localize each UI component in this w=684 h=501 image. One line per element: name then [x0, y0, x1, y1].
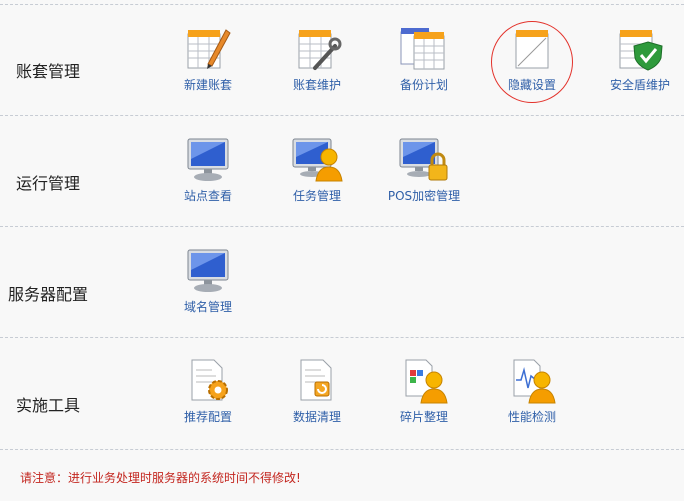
domain-management-button[interactable]: 域名管理	[153, 246, 263, 315]
defragment-label: 碎片整理	[399, 410, 448, 424]
hidden-settings-button[interactable]: 隐藏设置	[477, 24, 587, 93]
recommended-config-button[interactable]: 推荐配置	[153, 356, 263, 425]
performance-user-icon	[513, 359, 556, 404]
security-shield-button[interactable]: 安全盾维护	[585, 24, 684, 93]
data-cleanup-label: 数据清理	[292, 410, 341, 424]
new-ledger-icon	[187, 29, 231, 69]
section-divider	[0, 4, 684, 5]
task-management-label: 任务管理	[292, 189, 341, 203]
site-view-label: 站点查看	[183, 189, 232, 203]
warning-notice: 请注意：进行业务处理时服务器的系统时间不得修改!	[20, 471, 301, 485]
ledger-maintenance-label: 账套维护	[292, 78, 341, 92]
monitor-icon	[187, 138, 229, 181]
performance-check-label: 性能检测	[507, 410, 556, 424]
section-label-server-config: 服务器配置	[7, 285, 88, 304]
security-shield-label: 安全盾维护	[609, 78, 670, 92]
data-cleanup-button[interactable]: 数据清理	[262, 356, 372, 425]
document-refresh-icon	[300, 359, 332, 401]
ledger-maintenance-icon	[298, 30, 342, 70]
performance-check-button[interactable]: 性能检测	[477, 356, 587, 425]
security-shield-icon	[619, 30, 663, 71]
pos-encryption-label: POS加密管理	[387, 189, 461, 203]
monitor-lock-icon	[399, 138, 448, 181]
domain-management-label: 域名管理	[183, 300, 232, 314]
new-ledger-button[interactable]: 新建账套	[153, 24, 263, 93]
section-label-operation-management: 运行管理	[15, 174, 80, 193]
hidden-settings-label: 隐藏设置	[507, 78, 556, 92]
pos-encryption-button[interactable]: POS加密管理	[369, 135, 479, 204]
task-management-button[interactable]: 任务管理	[262, 135, 372, 204]
section-divider	[0, 226, 684, 227]
document-gear-icon	[191, 359, 228, 401]
section-divider	[0, 337, 684, 338]
ledger-maintenance-button[interactable]: 账套维护	[262, 24, 372, 93]
backup-plan-label: 备份计划	[399, 78, 448, 92]
fragment-user-icon	[405, 359, 448, 404]
monitor-icon	[187, 249, 229, 292]
section-label-ledger-management: 账套管理	[15, 62, 80, 81]
section-label-implementation-tools: 实施工具	[15, 396, 80, 415]
site-view-button[interactable]: 站点查看	[153, 135, 263, 204]
section-divider	[0, 449, 684, 450]
defragment-button[interactable]: 碎片整理	[369, 356, 479, 425]
recommended-config-label: 推荐配置	[183, 410, 232, 424]
backup-plan-icon	[400, 28, 445, 70]
hidden-settings-icon	[515, 30, 549, 69]
new-ledger-label: 新建账套	[183, 78, 232, 92]
backup-plan-button[interactable]: 备份计划	[369, 24, 479, 93]
section-divider	[0, 115, 684, 116]
task-user-icon	[292, 138, 343, 182]
